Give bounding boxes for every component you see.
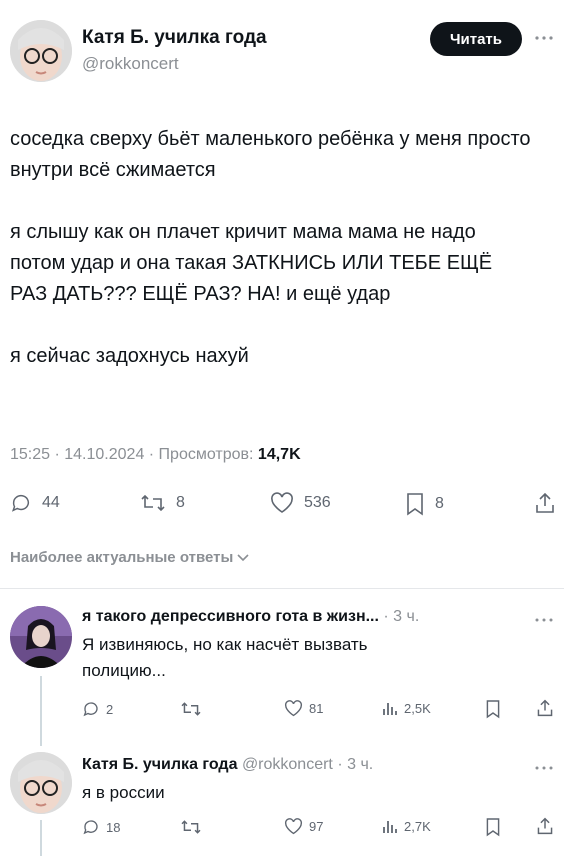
reply-avatar[interactable] [10, 606, 72, 668]
reply-icon [10, 492, 32, 514]
thread-line [40, 676, 42, 746]
reply-reply-count: 2 [106, 701, 114, 717]
divider [0, 588, 564, 589]
views-icon [382, 700, 398, 716]
reply-like-count: 97 [309, 819, 324, 834]
reply-author-name[interactable]: Катя Б. училка года [82, 756, 237, 773]
reply-views-action[interactable]: 2,7K [382, 818, 431, 834]
share-icon[interactable] [536, 698, 554, 718]
reply-like-action[interactable]: 97 [284, 818, 323, 835]
bookmark-icon [405, 492, 425, 516]
reply-header: я такого депрессивного гота в жизн... · … [82, 608, 419, 626]
reply-time: · 3 ч. [383, 608, 420, 625]
reply-action[interactable]: 44 [10, 492, 60, 514]
tweet-meta: 15:25 · 14.10.2024 · Просмотров: 14,7K [10, 446, 301, 464]
tweet-views: 14,7K [257, 446, 301, 463]
reply-reply-action[interactable]: 18 [82, 818, 120, 836]
reply-retweet-action[interactable] [180, 700, 202, 718]
views-icon [382, 818, 398, 834]
tweet-body: соседка сверху бьёт маленького ребёнка у… [10, 124, 550, 372]
reply-author-handle[interactable]: @rokkoncert [242, 756, 333, 773]
thread-line [40, 820, 42, 856]
follow-button[interactable]: Читать [430, 22, 522, 56]
like-action[interactable]: 536 [270, 492, 331, 514]
tweet-paragraph: я сейчас задохнусь нахуй [10, 345, 249, 367]
retweet-action[interactable]: 8 [140, 492, 185, 514]
like-icon [284, 700, 303, 717]
follow-button-label: Читать [449, 30, 503, 48]
tweet-paragraph: соседка сверху бьёт маленького ребёнка у… [10, 128, 531, 181]
chevron-down-icon [237, 553, 249, 562]
more-icon[interactable] [534, 34, 554, 42]
reply-views-count: 2,7K [404, 818, 431, 834]
retweet-icon [180, 700, 202, 718]
reply-reply-count: 18 [106, 819, 121, 835]
reply-text: Я извиняюсь, но как насчёт вызвать полиц… [82, 635, 368, 680]
like-icon [284, 818, 303, 835]
reply-author-name[interactable]: я такого депрессивного гота в жизн... [82, 608, 379, 625]
reply-icon [82, 818, 100, 836]
tweet-timestamp[interactable]: 15:25 · 14.10.2024 · Просмотров: [10, 446, 253, 463]
reply-reply-action[interactable]: 2 [82, 700, 113, 718]
share-icon[interactable] [536, 816, 554, 836]
reply-time: · 3 ч. [337, 756, 374, 773]
more-icon[interactable] [534, 616, 554, 624]
bookmark-action[interactable]: 8 [405, 492, 444, 516]
retweet-icon [140, 492, 166, 514]
reply-count: 44 [42, 494, 60, 511]
reply-like-count: 81 [309, 701, 324, 716]
retweet-count: 8 [176, 494, 185, 511]
reply-header: Катя Б. училка года @rokkoncert · 3 ч. [82, 756, 373, 774]
sort-label: Наиболее актуальные ответы [10, 549, 234, 566]
tweet-paragraph: я слышу как он плачет кричит мама мама н… [10, 221, 493, 305]
reply-retweet-action[interactable] [180, 818, 202, 836]
author-handle[interactable]: @rokkoncert [82, 54, 179, 74]
sort-selector[interactable]: Наиболее актуальные ответы [10, 549, 249, 566]
bookmark-icon[interactable] [485, 699, 501, 719]
reply-text: я в россии [82, 783, 165, 802]
bookmark-icon[interactable] [485, 817, 501, 837]
reply-like-action[interactable]: 81 [284, 700, 323, 717]
author-name[interactable]: Катя Б. училка года [82, 27, 267, 49]
reply-icon [82, 700, 100, 718]
bookmark-count: 8 [435, 495, 444, 512]
more-icon[interactable] [534, 764, 554, 772]
share-icon[interactable] [534, 491, 556, 515]
author-avatar[interactable] [10, 20, 72, 82]
like-count: 536 [304, 494, 331, 511]
reply-avatar[interactable] [10, 752, 72, 814]
retweet-icon [180, 818, 202, 836]
like-icon [270, 492, 294, 514]
reply-views-action[interactable]: 2,5K [382, 700, 431, 716]
reply-views-count: 2,5K [404, 700, 431, 716]
